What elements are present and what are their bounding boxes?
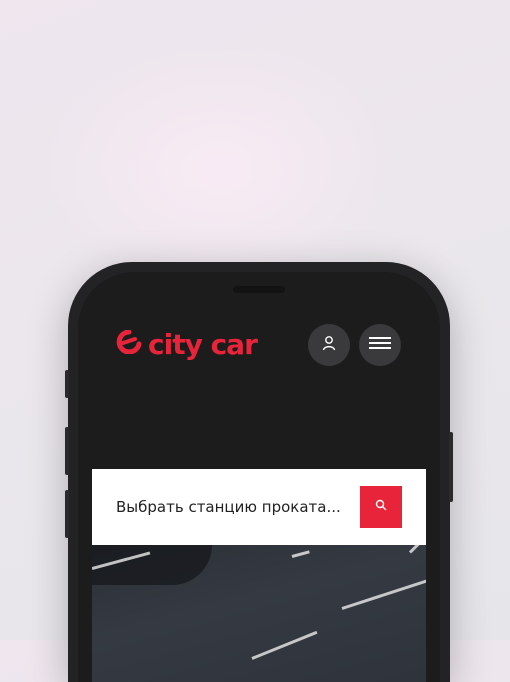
road-marking xyxy=(408,545,421,554)
search-icon xyxy=(375,498,387,516)
search-input[interactable]: Выбрать станцию проката... xyxy=(116,498,341,516)
phone-power-button xyxy=(449,432,453,502)
brand-logo[interactable]: city car xyxy=(116,328,258,361)
phone-mockup: city car Выбрать станцию проката... xyxy=(65,262,453,682)
phone-side-button xyxy=(65,370,69,398)
road-marking xyxy=(341,579,426,610)
app-screen: city car Выбрать станцию проката... xyxy=(78,272,440,682)
background-glow xyxy=(40,40,400,300)
phone-volume-up xyxy=(65,427,69,475)
hamburger-menu-icon xyxy=(369,336,391,355)
user-icon xyxy=(321,335,337,356)
brand-name: city car xyxy=(148,328,258,361)
search-button[interactable] xyxy=(360,486,402,528)
phone-speaker xyxy=(233,286,285,293)
menu-button[interactable] xyxy=(359,324,401,366)
logo-icon xyxy=(116,329,142,359)
road-marking xyxy=(291,550,310,558)
road-marking xyxy=(251,630,318,660)
station-search-bar[interactable]: Выбрать станцию проката... xyxy=(92,469,426,545)
account-button[interactable] xyxy=(308,324,350,366)
hero-photo xyxy=(92,545,426,682)
phone-volume-down xyxy=(65,490,69,538)
